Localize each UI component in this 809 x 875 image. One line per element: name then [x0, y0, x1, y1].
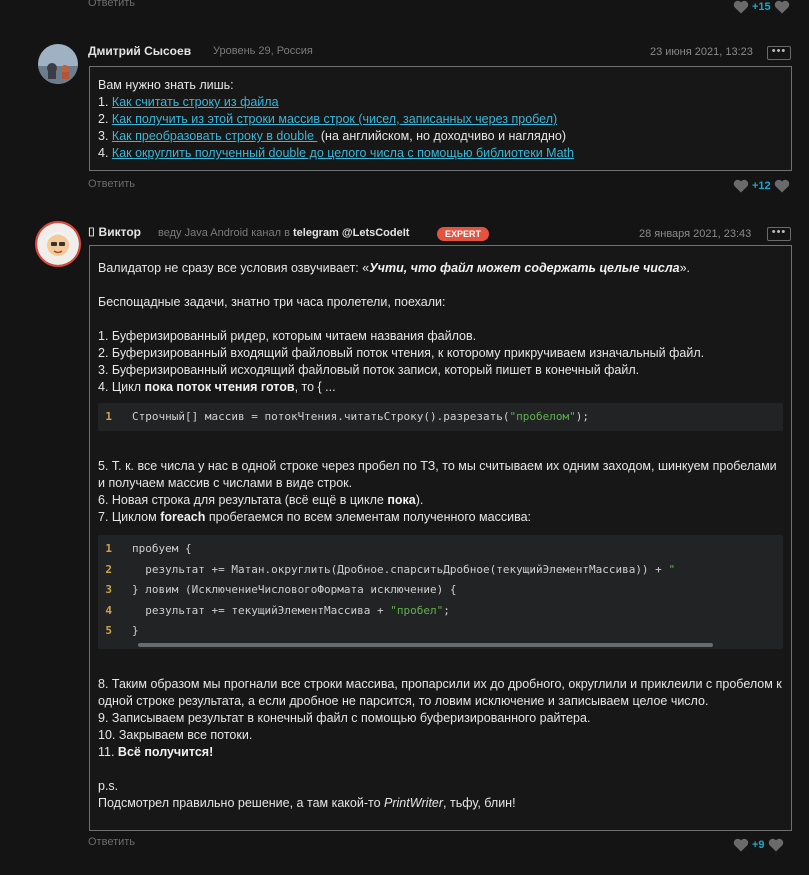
comment-body: Вам нужно знать лишь: 1. Как считать стр…: [89, 66, 792, 171]
list-item: 10. Закрываем все потоки.: [98, 728, 253, 742]
list-item: 5. Т. к. все числа у нас в одной строке …: [98, 459, 777, 490]
list-item: 4. Цикл пока поток чтения готов, то { ..…: [98, 380, 336, 394]
likes: +12: [733, 179, 790, 193]
link-read-file[interactable]: Как считать строку из файла: [112, 95, 279, 109]
more-options-button[interactable]: •••: [767, 46, 791, 60]
list-item: 6. Новая строка для результата (всё ещё …: [98, 493, 424, 507]
link-split-string[interactable]: Как получить из этой строки массив строк…: [112, 112, 557, 126]
reply-link[interactable]: Ответить: [88, 836, 135, 848]
likes-count: +12: [752, 180, 771, 192]
reply-link[interactable]: Ответить: [88, 178, 135, 190]
heart-icon[interactable]: [774, 0, 790, 14]
author-meta: веду Java Android канал в telegram @Lets…: [158, 227, 410, 239]
avatar[interactable]: [38, 44, 78, 84]
heart-icon[interactable]: [733, 0, 749, 14]
avatar[interactable]: [35, 221, 81, 267]
line-number: 5: [105, 624, 112, 637]
list-item: 11. Всё получится!: [98, 745, 214, 759]
code-block[interactable]: 1 пробуем { 2 результат += Матан.округлит…: [98, 535, 783, 649]
author-name[interactable]: Дмитрий Сысоев: [88, 44, 191, 58]
author-meta: Уровень 29, Россия: [213, 45, 313, 57]
list-item: 4. Как округлить полученный double до це…: [98, 146, 574, 160]
avatar-photo: [38, 44, 78, 84]
code-block[interactable]: 1 Строчный[] массив = потокЧтения.читатьС…: [98, 403, 783, 431]
reply-link-prev[interactable]: Ответить: [88, 0, 135, 9]
author-name[interactable]: ⌷ Виктор: [88, 225, 141, 240]
line-number: 1: [105, 542, 112, 555]
likes: +9: [733, 838, 784, 852]
list-item: 9. Записываем результат в конечный файл …: [98, 711, 591, 725]
list-item: 2. Буферизированный входящий файловый по…: [98, 346, 705, 360]
list-item: 3. Как преобразовать строку в double (на…: [98, 129, 567, 143]
paragraph: p.s.: [98, 779, 119, 793]
link-round-math[interactable]: Как округлить полученный double до целог…: [112, 146, 574, 160]
list-item: 1. Буферизированный ридер, которым читае…: [98, 329, 477, 343]
heart-icon[interactable]: [733, 179, 749, 193]
likes-count: +15: [752, 1, 771, 13]
comment-date: 28 января 2021, 23:43: [639, 228, 752, 240]
telegram-link[interactable]: telegram @LetsCodeIt: [293, 227, 409, 239]
comment-body: Валидатор не сразу все условия озвучивае…: [89, 245, 792, 831]
paragraph: Валидатор не сразу все условия озвучивае…: [98, 261, 691, 275]
heart-icon[interactable]: [733, 838, 749, 852]
heart-icon[interactable]: [774, 179, 790, 193]
line-number: 4: [105, 603, 112, 617]
line-number: 3: [105, 583, 112, 596]
line-number: 1: [105, 410, 112, 423]
horizontal-scrollbar[interactable]: [138, 643, 713, 647]
list-item: 8. Таким образом мы прогнали все строки …: [98, 677, 782, 708]
link-parse-double[interactable]: Как преобразовать строку в double: [112, 129, 318, 143]
comment-date: 23 июня 2021, 13:23: [650, 46, 753, 58]
list-item: 1. Как считать строку из файла: [98, 95, 279, 109]
paragraph: Подсмотрел правильно решение, а там како…: [98, 796, 516, 810]
more-options-button[interactable]: •••: [767, 227, 791, 241]
avatar-photo: [37, 223, 79, 265]
list-item: 3. Буферизированный исходящий файловый п…: [98, 363, 640, 377]
expert-badge: EXPERT: [437, 227, 490, 241]
line-number: 2: [105, 562, 112, 576]
list-item: 7. Циклом foreach пробегаемся по всем эл…: [98, 510, 531, 524]
user-icon: ⌷: [88, 225, 96, 239]
likes-count: +9: [752, 839, 765, 851]
comment-intro: Вам нужно знать лишь:: [98, 78, 234, 92]
heart-icon[interactable]: [768, 838, 784, 852]
likes-prev: +15: [733, 0, 790, 14]
paragraph: Беспощадные задачи, знатно три часа прол…: [98, 295, 446, 309]
list-item: 2. Как получить из этой строки массив ст…: [98, 112, 558, 126]
